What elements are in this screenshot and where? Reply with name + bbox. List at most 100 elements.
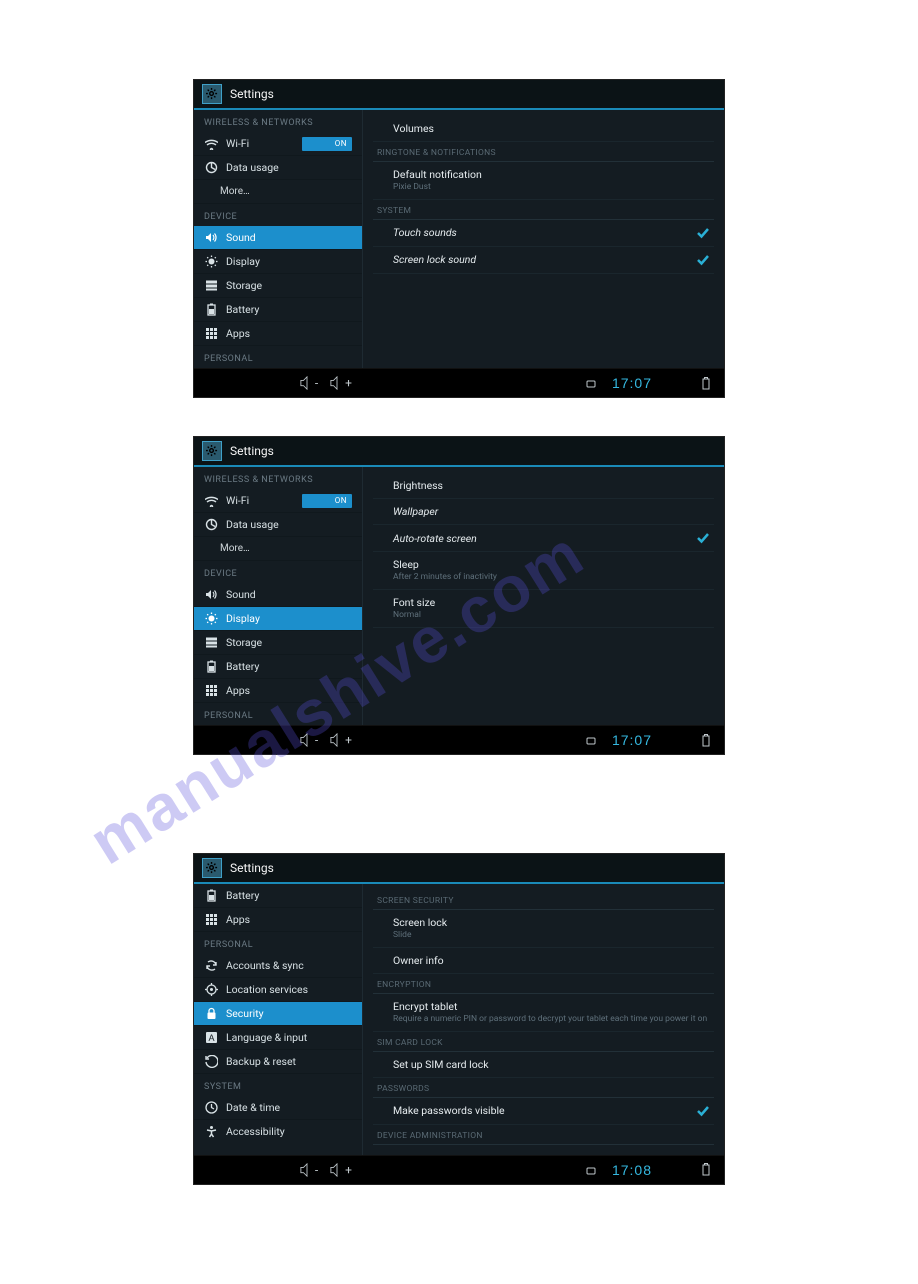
recent-apps-button[interactable] <box>266 374 288 392</box>
sidebar-item-storage[interactable]: Storage <box>194 630 362 654</box>
wifi-toggle[interactable]: ON <box>302 494 352 508</box>
sidebar-item-location-services[interactable]: Location services <box>194 977 362 1001</box>
volume-up-button[interactable]: + <box>330 731 352 749</box>
checkbox-checked-icon[interactable] <box>696 531 710 545</box>
sidebar-item-battery[interactable]: Battery <box>194 654 362 678</box>
sidebar-item-label: Language & input <box>226 1031 352 1044</box>
sidebar-item-security[interactable]: Security <box>194 1001 362 1025</box>
sidebar-item-apps[interactable]: Apps <box>194 907 362 931</box>
checkbox-checked-icon[interactable] <box>696 1104 710 1118</box>
sidebar-item-sound[interactable]: Sound <box>194 226 362 249</box>
apps-icon <box>204 327 218 341</box>
usb-status-icon <box>548 374 570 392</box>
sidebar-item-display[interactable]: Display <box>194 249 362 273</box>
settings-sidebar: Battery Apps PERSONAL Accounts & sync Lo… <box>194 884 363 1155</box>
app-titlebar: Settings <box>194 437 724 467</box>
sidebar-item-display[interactable]: Display <box>194 606 362 630</box>
settings-sidebar: WIRELESS & NETWORKS Wi-Fi ON Data usage … <box>194 467 363 725</box>
home-button[interactable] <box>234 374 256 392</box>
wifi-toggle[interactable]: ON <box>302 137 352 151</box>
storage-icon <box>204 636 218 650</box>
sidebar-item-apps[interactable]: Apps <box>194 321 362 345</box>
setting-row[interactable]: Touch sounds <box>373 220 714 247</box>
volume-down-button[interactable]: - <box>298 731 320 749</box>
settings-app-icon[interactable] <box>202 441 222 461</box>
battery-status-icon <box>694 1161 716 1179</box>
setting-row[interactable]: Owner info <box>373 948 714 974</box>
volume-down-button[interactable]: - <box>298 1161 320 1179</box>
setting-row[interactable]: Default notification Pixie Dust <box>373 162 714 200</box>
sidebar-item-wi-fi[interactable]: Wi-Fi ON <box>194 489 362 512</box>
setting-title: Default notification <box>393 168 710 181</box>
back-button[interactable] <box>202 374 224 392</box>
app-titlebar: Settings <box>194 854 724 884</box>
system-navbar: - + 17:08 <box>194 1155 724 1184</box>
sidebar-item-label: Wi-Fi <box>226 137 294 150</box>
content-section-header: PASSWORDS <box>373 1078 714 1098</box>
setting-row[interactable]: Brightness <box>373 473 714 499</box>
recent-apps-button[interactable] <box>266 1161 288 1179</box>
sidebar-item-label: Sound <box>226 588 352 601</box>
home-button[interactable] <box>234 731 256 749</box>
sidebar-item-backup-reset[interactable]: Backup & reset <box>194 1049 362 1073</box>
settings-sidebar: WIRELESS & NETWORKS Wi-Fi ON Data usage … <box>194 110 363 368</box>
setting-row[interactable]: Set up SIM card lock <box>373 1052 714 1078</box>
setting-row[interactable]: Font size Normal <box>373 590 714 628</box>
settings-content: Brightness Wallpaper Auto-rotate screen … <box>363 467 724 725</box>
sidebar-item-label: Apps <box>226 327 352 340</box>
accessibility-icon <box>204 1125 218 1139</box>
volume-up-button[interactable]: + <box>330 1161 352 1179</box>
content-section-header: SYSTEM <box>373 200 714 220</box>
setting-row[interactable]: Auto-rotate screen <box>373 525 714 552</box>
system-navbar: - + 17:07 <box>194 368 724 397</box>
setting-title: Auto-rotate screen <box>393 532 686 545</box>
setting-row[interactable]: Screen lock sound <box>373 247 714 274</box>
sidebar-item-more-[interactable]: More… <box>194 179 362 203</box>
recent-apps-button[interactable] <box>266 731 288 749</box>
sidebar-item-battery[interactable]: Battery <box>194 297 362 321</box>
sidebar-item-battery[interactable]: Battery <box>194 884 362 907</box>
settings-app-icon[interactable] <box>202 84 222 104</box>
sidebar-item-accounts-sync[interactable]: Accounts & sync <box>194 954 362 977</box>
sidebar-item-label: Display <box>226 612 352 625</box>
back-button[interactable] <box>202 731 224 749</box>
sidebar-item-wi-fi[interactable]: Wi-Fi ON <box>194 132 362 155</box>
checkbox-checked-icon[interactable] <box>696 253 710 267</box>
home-button[interactable] <box>234 1161 256 1179</box>
volume-down-button[interactable]: - <box>298 374 320 392</box>
setting-subtitle: Normal <box>393 610 710 621</box>
sidebar-item-data-usage[interactable]: Data usage <box>194 512 362 536</box>
back-button[interactable] <box>202 1161 224 1179</box>
sidebar-item-accessibility[interactable]: Accessibility <box>194 1119 362 1143</box>
setting-row[interactable]: Wallpaper <box>373 499 714 525</box>
sidebar-item-storage[interactable]: Storage <box>194 273 362 297</box>
sidebar-item-label: Date & time <box>226 1101 352 1114</box>
data-usage-icon <box>204 518 218 532</box>
sidebar-item-date-time[interactable]: Date & time <box>194 1096 362 1119</box>
setting-title: Brightness <box>393 479 710 492</box>
setting-row[interactable]: Sleep After 2 minutes of inactivity <box>373 552 714 590</box>
wifi-status-icon <box>662 731 684 749</box>
sidebar-item-label: Apps <box>226 684 352 697</box>
sidebar-item-language-input[interactable]: Language & input <box>194 1025 362 1049</box>
setting-row[interactable]: Volumes <box>373 116 714 142</box>
setting-title: Volumes <box>393 122 710 135</box>
sidebar-item-label: Battery <box>226 303 352 316</box>
setting-row[interactable]: Encrypt tablet Require a numeric PIN or … <box>373 994 714 1032</box>
data-usage-icon <box>204 161 218 175</box>
sidebar-item-label: Backup & reset <box>226 1055 352 1068</box>
sidebar-item-data-usage[interactable]: Data usage <box>194 155 362 179</box>
volume-up-button[interactable]: + <box>330 374 352 392</box>
app-title: Settings <box>230 87 274 101</box>
settings-app-icon[interactable] <box>202 858 222 878</box>
sidebar-section-header: DEVICE <box>194 560 362 583</box>
sidebar-item-more-[interactable]: More… <box>194 536 362 560</box>
speaker-icon <box>204 588 218 602</box>
setting-row[interactable]: Make passwords visible <box>373 1098 714 1125</box>
sidebar-item-sound[interactable]: Sound <box>194 583 362 606</box>
sidebar-section-header: SYSTEM <box>194 1073 362 1096</box>
setting-row[interactable]: Screen lock Slide <box>373 910 714 948</box>
sidebar-item-label: Data usage <box>226 161 352 174</box>
checkbox-checked-icon[interactable] <box>696 226 710 240</box>
sidebar-item-apps[interactable]: Apps <box>194 678 362 702</box>
